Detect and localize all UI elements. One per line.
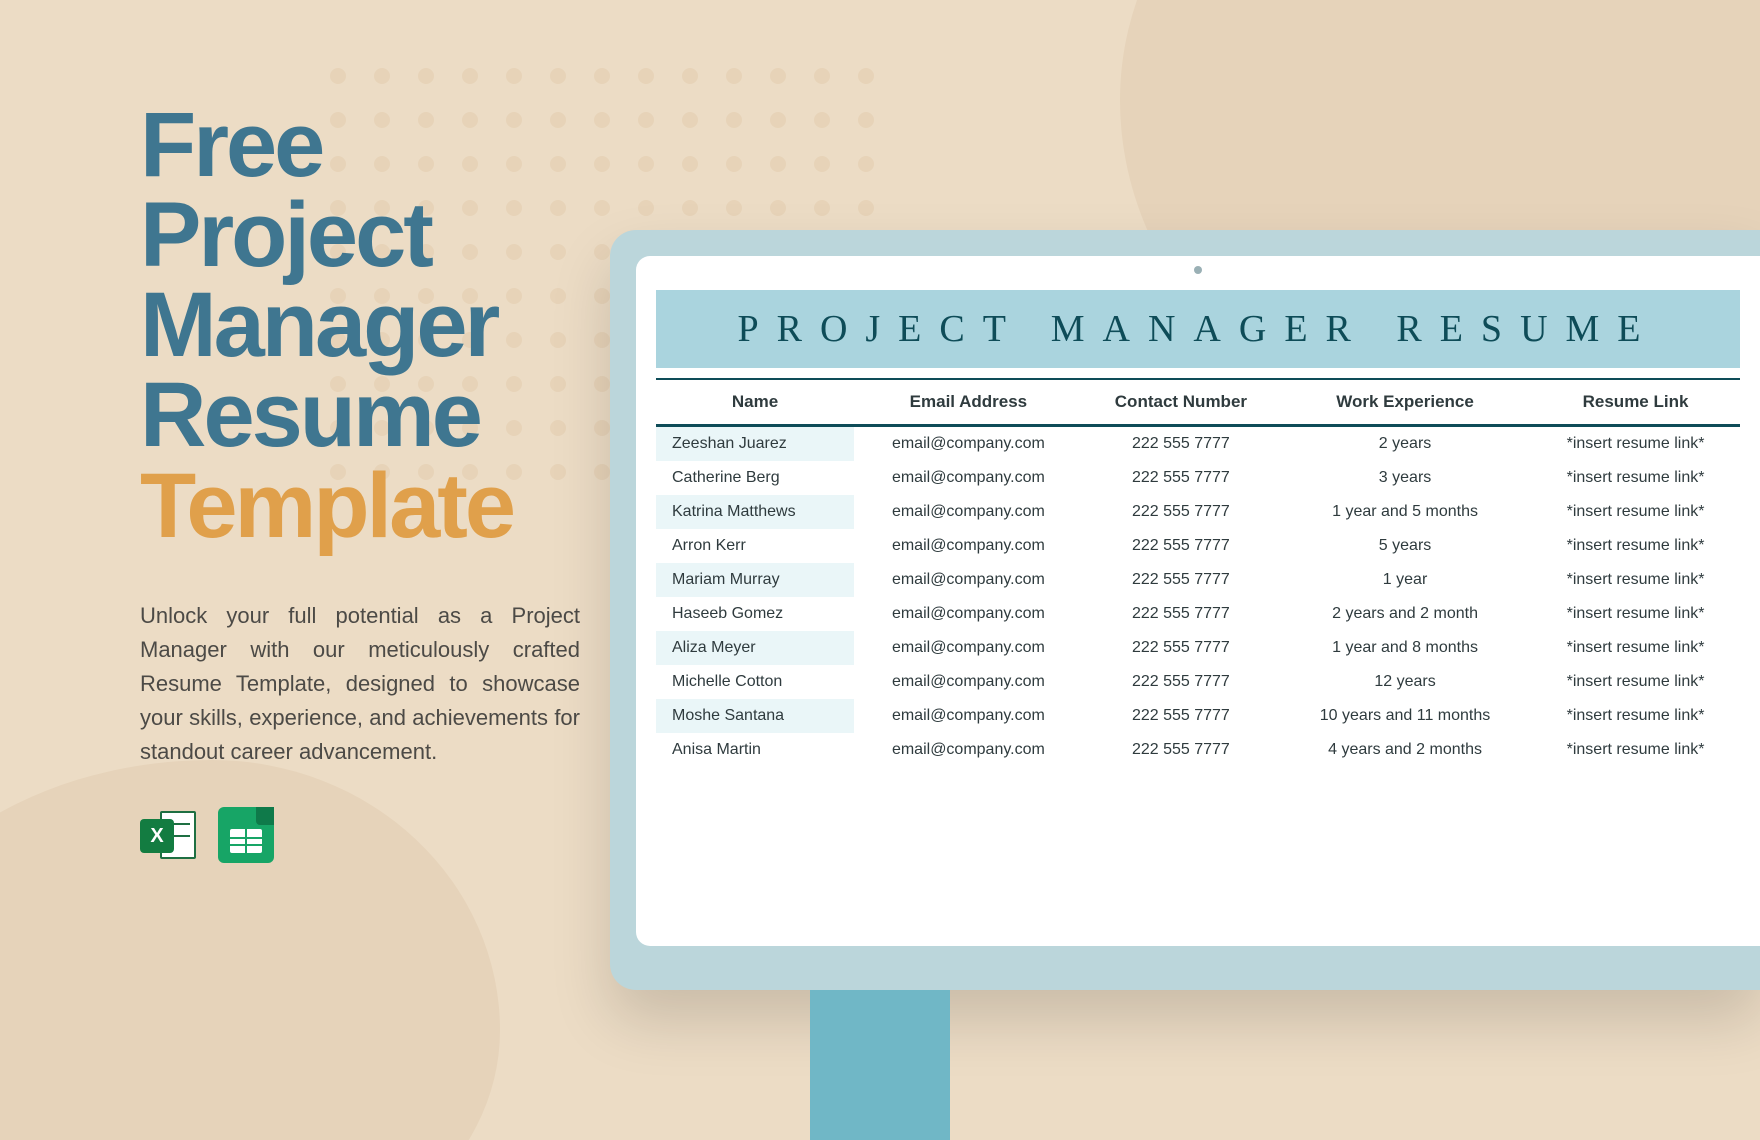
title-accent: Template [140,461,580,551]
table-row: Arron Kerremail@company.com222 555 77775… [656,529,1740,563]
cell-exp: 1 year and 8 months [1279,631,1531,665]
cell-name: Mariam Murray [656,563,854,597]
column-header: Name [656,379,854,426]
cell-exp: 3 years [1279,461,1531,495]
cell-exp: 12 years [1279,665,1531,699]
cell-link: *insert resume link* [1531,495,1740,529]
cell-contact: 222 555 7777 [1083,597,1279,631]
screen: PROJECT MANAGER RESUME NameEmail Address… [636,256,1760,946]
description-text: Unlock your full potential as a Project … [140,599,580,769]
cell-contact: 222 555 7777 [1083,665,1279,699]
cell-link: *insert resume link* [1531,597,1740,631]
title-line: Manager [140,274,497,376]
table-row: Katrina Matthewsemail@company.com222 555… [656,495,1740,529]
table-row: Aliza Meyeremail@company.com222 555 7777… [656,631,1740,665]
cell-exp: 4 years and 2 months [1279,733,1531,767]
cell-link: *insert resume link* [1531,461,1740,495]
cell-email: email@company.com [854,597,1083,631]
title-line: Resume [140,364,480,466]
cell-email: email@company.com [854,631,1083,665]
excel-icon[interactable]: X [140,807,196,863]
cell-contact: 222 555 7777 [1083,699,1279,733]
cell-exp: 10 years and 11 months [1279,699,1531,733]
table-row: Moshe Santanaemail@company.com222 555 77… [656,699,1740,733]
title-line: Free Project [140,94,431,286]
table-row: Haseeb Gomezemail@company.com222 555 777… [656,597,1740,631]
cell-email: email@company.com [854,699,1083,733]
cell-link: *insert resume link* [1531,631,1740,665]
cell-name: Catherine Berg [656,461,854,495]
cell-contact: 222 555 7777 [1083,461,1279,495]
spreadsheet-table: NameEmail AddressContact NumberWork Expe… [656,378,1740,767]
cell-name: Zeeshan Juarez [656,426,854,462]
table-row: Michelle Cottonemail@company.com222 555 … [656,665,1740,699]
cell-exp: 5 years [1279,529,1531,563]
cell-link: *insert resume link* [1531,563,1740,597]
cell-exp: 2 years and 2 month [1279,597,1531,631]
column-header: Email Address [854,379,1083,426]
cell-name: Katrina Matthews [656,495,854,529]
cell-email: email@company.com [854,733,1083,767]
monitor-stand [810,990,950,1140]
cell-email: email@company.com [854,563,1083,597]
cell-name: Arron Kerr [656,529,854,563]
page-title: Free Project Manager Resume Template [140,100,580,551]
cell-contact: 222 555 7777 [1083,426,1279,462]
cell-name: Aliza Meyer [656,631,854,665]
google-sheets-icon[interactable] [218,807,274,863]
monitor-mockup: PROJECT MANAGER RESUME NameEmail Address… [610,230,1760,990]
table-row: Anisa Martinemail@company.com222 555 777… [656,733,1740,767]
cell-name: Michelle Cotton [656,665,854,699]
cell-link: *insert resume link* [1531,426,1740,462]
table-row: Mariam Murrayemail@company.com222 555 77… [656,563,1740,597]
cell-link: *insert resume link* [1531,665,1740,699]
table-row: Zeeshan Juarezemail@company.com222 555 7… [656,426,1740,462]
camera-dot [1194,266,1202,274]
cell-name: Moshe Santana [656,699,854,733]
cell-exp: 1 year and 5 months [1279,495,1531,529]
table-row: Catherine Bergemail@company.com222 555 7… [656,461,1740,495]
cell-email: email@company.com [854,529,1083,563]
cell-contact: 222 555 7777 [1083,733,1279,767]
cell-link: *insert resume link* [1531,699,1740,733]
cell-contact: 222 555 7777 [1083,529,1279,563]
cell-contact: 222 555 7777 [1083,495,1279,529]
cell-contact: 222 555 7777 [1083,631,1279,665]
column-header: Contact Number [1083,379,1279,426]
cell-name: Anisa Martin [656,733,854,767]
cell-exp: 1 year [1279,563,1531,597]
cell-link: *insert resume link* [1531,529,1740,563]
cell-contact: 222 555 7777 [1083,563,1279,597]
cell-email: email@company.com [854,665,1083,699]
column-header: Resume Link [1531,379,1740,426]
sheet-title: PROJECT MANAGER RESUME [656,290,1740,368]
cell-email: email@company.com [854,461,1083,495]
cell-email: email@company.com [854,495,1083,529]
cell-link: *insert resume link* [1531,733,1740,767]
cell-name: Haseeb Gomez [656,597,854,631]
excel-badge: X [140,819,174,853]
cell-exp: 2 years [1279,426,1531,462]
column-header: Work Experience [1279,379,1531,426]
cell-email: email@company.com [854,426,1083,462]
